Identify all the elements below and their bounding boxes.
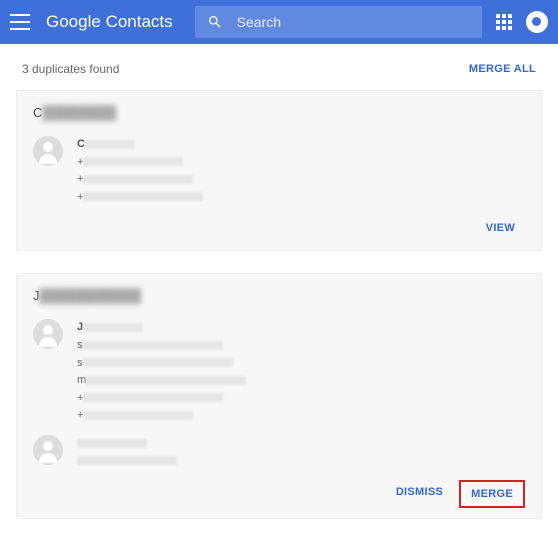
dismiss-button[interactable]: DISMISS <box>386 480 453 508</box>
contact-details: C + + + <box>77 136 525 206</box>
search-icon <box>207 14 223 30</box>
content: 3 duplicates found MERGE ALL C████████ C… <box>0 44 558 559</box>
avatar-icon <box>33 136 63 166</box>
contact-details <box>77 435 525 470</box>
account-icon[interactable] <box>526 11 548 33</box>
card-title: J███████████ <box>33 288 525 303</box>
app-title: Google Contacts <box>46 12 173 32</box>
duplicates-count: 3 duplicates found <box>22 62 119 76</box>
duplicate-card: J███████████ J s s m + + DISMISS MERGE <box>16 273 542 519</box>
view-button[interactable]: VIEW <box>476 216 525 240</box>
avatar-icon <box>33 319 63 349</box>
merge-button[interactable]: MERGE <box>459 480 525 508</box>
search-input[interactable] <box>237 14 470 30</box>
card-title: C████████ <box>33 105 525 120</box>
menu-icon[interactable] <box>10 14 30 30</box>
contact-details: J s s m + + <box>77 319 525 425</box>
search-box[interactable] <box>195 6 482 38</box>
merge-all-button[interactable]: MERGE ALL <box>469 63 536 75</box>
contact-row: C + + + <box>33 136 525 206</box>
contact-row <box>33 435 525 470</box>
avatar-icon <box>33 435 63 465</box>
contact-row: J s s m + + <box>33 319 525 425</box>
apps-icon[interactable] <box>496 14 512 30</box>
duplicate-card: C████████ C + + + VIEW <box>16 90 542 251</box>
app-header: Google Contacts <box>0 0 558 44</box>
